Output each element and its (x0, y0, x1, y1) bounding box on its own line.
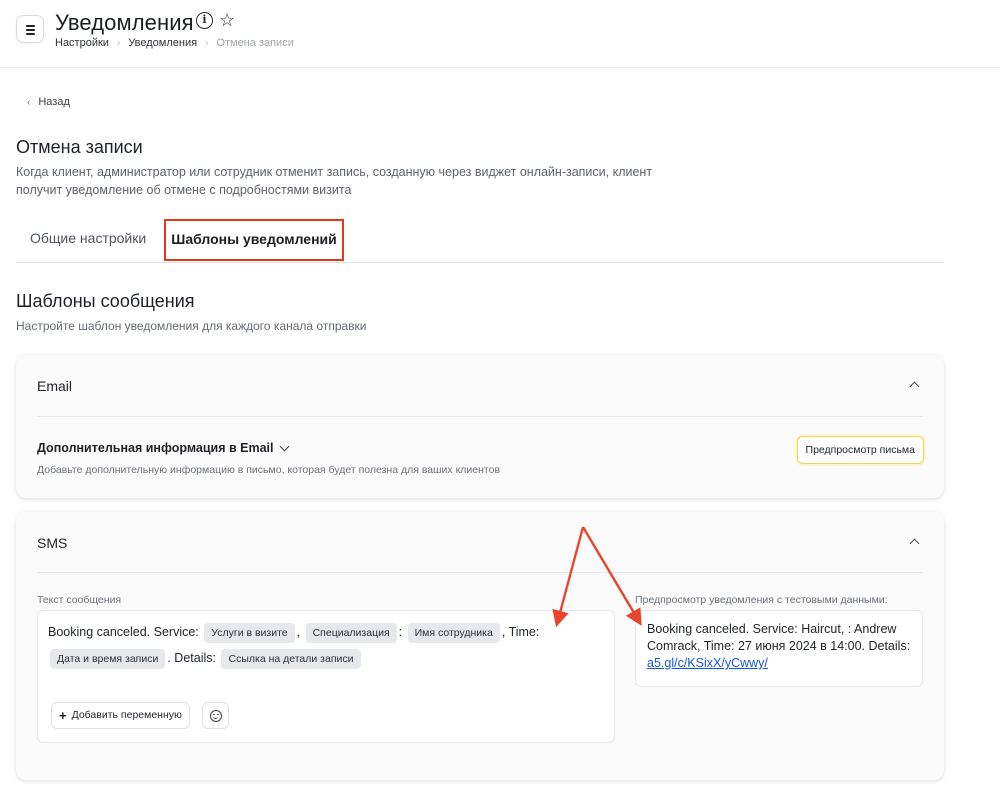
message-editor[interactable]: Booking canceled. Service: Услуги в визи… (37, 610, 615, 743)
tab-general-settings[interactable]: Общие настройки (30, 218, 146, 263)
email-preview-button[interactable]: Предпросмотр письма (796, 436, 924, 464)
variable-chip[interactable]: Имя сотрудника (407, 622, 500, 643)
message-text-segment: , Time: (501, 625, 540, 639)
email-extra-info-toggle[interactable]: Дополнительная информация в Email (37, 441, 289, 455)
email-extra-info-title: Дополнительная информация в Email (37, 441, 274, 455)
message-text-segment: , (296, 625, 301, 639)
sms-card: SMS Текст сообщения Booking canceled. Se… (16, 512, 944, 780)
email-card: Email Дополнительная информация в Email … (16, 355, 944, 498)
tab-notification-templates[interactable]: Шаблоны уведомлений (164, 219, 344, 261)
email-card-title: Email (37, 378, 73, 394)
section-title: Отмена записи (16, 137, 143, 157)
back-label: Назад (38, 96, 70, 108)
plus-icon: + (59, 707, 67, 723)
preview-label: Предпросмотр уведомления с тестовыми дан… (635, 594, 888, 606)
sms-preview-link[interactable]: a5.gl/c/KSixX/yCwwy/ (647, 656, 768, 670)
sms-card-title: SMS (37, 535, 68, 551)
message-label: Текст сообщения (37, 594, 122, 606)
section-description: Когда клиент, администратор или сотрудни… (16, 165, 653, 197)
templates-title: Шаблоны сообщения (16, 291, 195, 311)
chevron-left-icon: ‹ (27, 96, 31, 108)
breadcrumb-separator-icon: › (116, 37, 121, 49)
tabs: Общие настройки Шаблоны уведомлений (16, 218, 944, 263)
page-title: Уведомления (55, 10, 194, 35)
sms-preview-body: Booking canceled. Service: Haircut, : An… (647, 622, 911, 653)
sms-preview-text: Booking canceled. Service: Haircut, : An… (647, 621, 915, 672)
chevron-up-icon[interactable] (908, 536, 920, 548)
breadcrumb-separator-icon: › (205, 37, 209, 49)
variable-chip[interactable]: Услуги в визите (204, 622, 295, 643)
variable-chip[interactable]: Специализация (305, 622, 397, 643)
emoji-button[interactable] (202, 702, 229, 729)
divider (37, 416, 923, 417)
message-text[interactable]: Booking canceled. Service: Услуги в визи… (48, 619, 578, 671)
breadcrumb-item-notifications[interactable]: Уведомления (128, 37, 197, 49)
smile-icon (210, 710, 222, 722)
info-icon[interactable]: i (196, 12, 213, 29)
add-variable-button[interactable]: + Добавить переменную (51, 702, 190, 729)
message-text-segment: . Details: (167, 651, 216, 665)
star-icon[interactable]: ☆ (219, 11, 235, 29)
menu-icon[interactable] (16, 15, 44, 43)
templates-description: Настройте шаблон уведомления для каждого… (16, 319, 367, 333)
variable-chip[interactable]: Ссылка на детали записи (221, 648, 361, 669)
divider (37, 572, 923, 573)
breadcrumb-item-settings[interactable]: Настройки (55, 37, 109, 49)
sms-preview: Booking canceled. Service: Haircut, : An… (635, 610, 923, 687)
variable-chip[interactable]: Дата и время записи (50, 648, 166, 669)
breadcrumb-item-current: Отмена записи (216, 37, 294, 49)
add-variable-label: Добавить переменную (71, 709, 182, 721)
chevron-down-icon (279, 441, 289, 451)
back-link[interactable]: ‹ Назад (27, 96, 70, 108)
top-bar: Уведомления i ☆ Настройки › Уведомления … (0, 0, 1000, 68)
message-text-segment: Booking canceled. Service: (48, 625, 199, 639)
email-extra-info-description: Добавьте дополнительную информацию в пис… (37, 464, 501, 476)
message-text-segment: : (398, 625, 403, 639)
breadcrumb: Настройки › Уведомления › Отмена записи (55, 37, 294, 49)
chevron-up-icon[interactable] (908, 379, 920, 391)
